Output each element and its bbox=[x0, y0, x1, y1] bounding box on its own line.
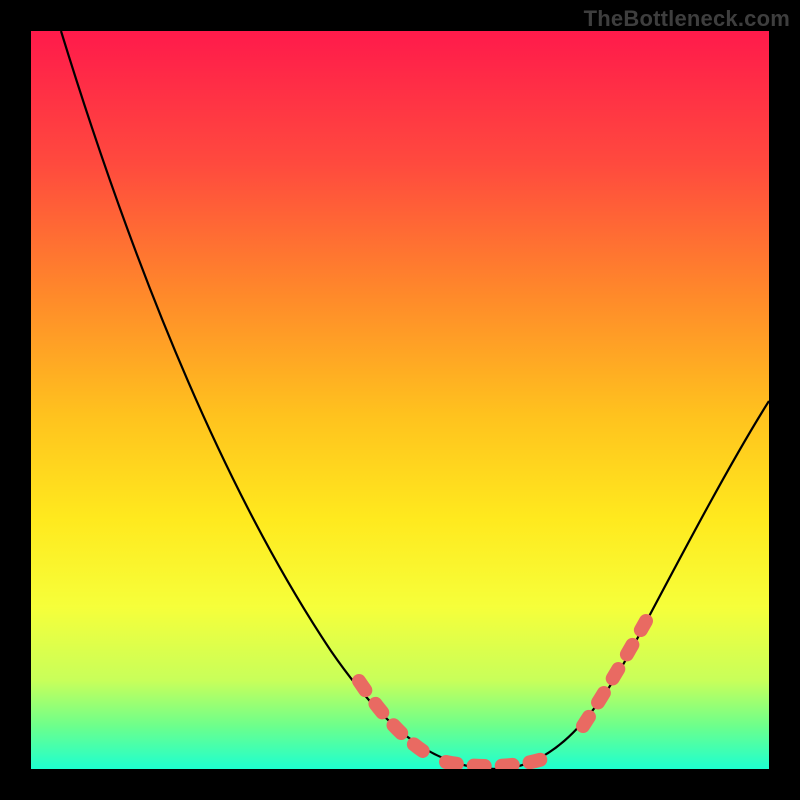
watermark-text: TheBottleneck.com bbox=[584, 6, 790, 32]
bottleneck-curve-line bbox=[61, 31, 769, 769]
chart-panel bbox=[31, 31, 769, 769]
bottleneck-curve-svg bbox=[31, 31, 769, 769]
highlight-trough bbox=[446, 758, 546, 766]
highlight-descent bbox=[359, 681, 436, 759]
